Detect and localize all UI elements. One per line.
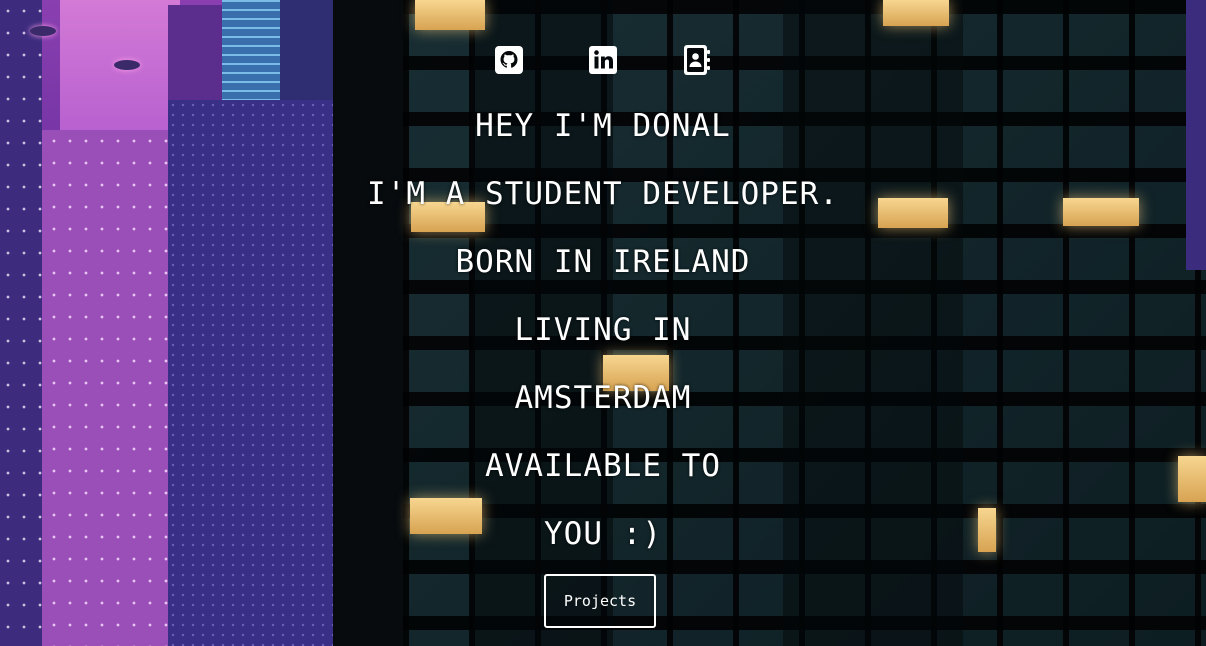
intro-origin: BORN IN IRELAND — [455, 244, 751, 280]
linkedin-icon — [589, 46, 617, 74]
intro-city: AMSTERDAM — [514, 380, 692, 416]
contact-link[interactable] — [682, 44, 712, 76]
github-icon — [495, 46, 523, 74]
linkedin-link[interactable] — [588, 44, 618, 76]
social-links — [0, 44, 1206, 76]
intro-greeting: HEY I'M DONAL — [475, 108, 731, 144]
projects-button[interactable]: Projects — [544, 574, 656, 628]
intro-you: YOU :) — [544, 516, 662, 552]
github-link[interactable] — [494, 44, 524, 76]
contact-book-icon — [684, 45, 710, 75]
intro-living: LIVING IN — [514, 312, 692, 348]
intro-availability: AVAILABLE TO — [485, 448, 721, 484]
intro-role: I'M A STUDENT DEVELOPER. — [367, 176, 839, 212]
hero: HEY I'M DONAL I'M A STUDENT DEVELOPER. B… — [0, 0, 1206, 646]
